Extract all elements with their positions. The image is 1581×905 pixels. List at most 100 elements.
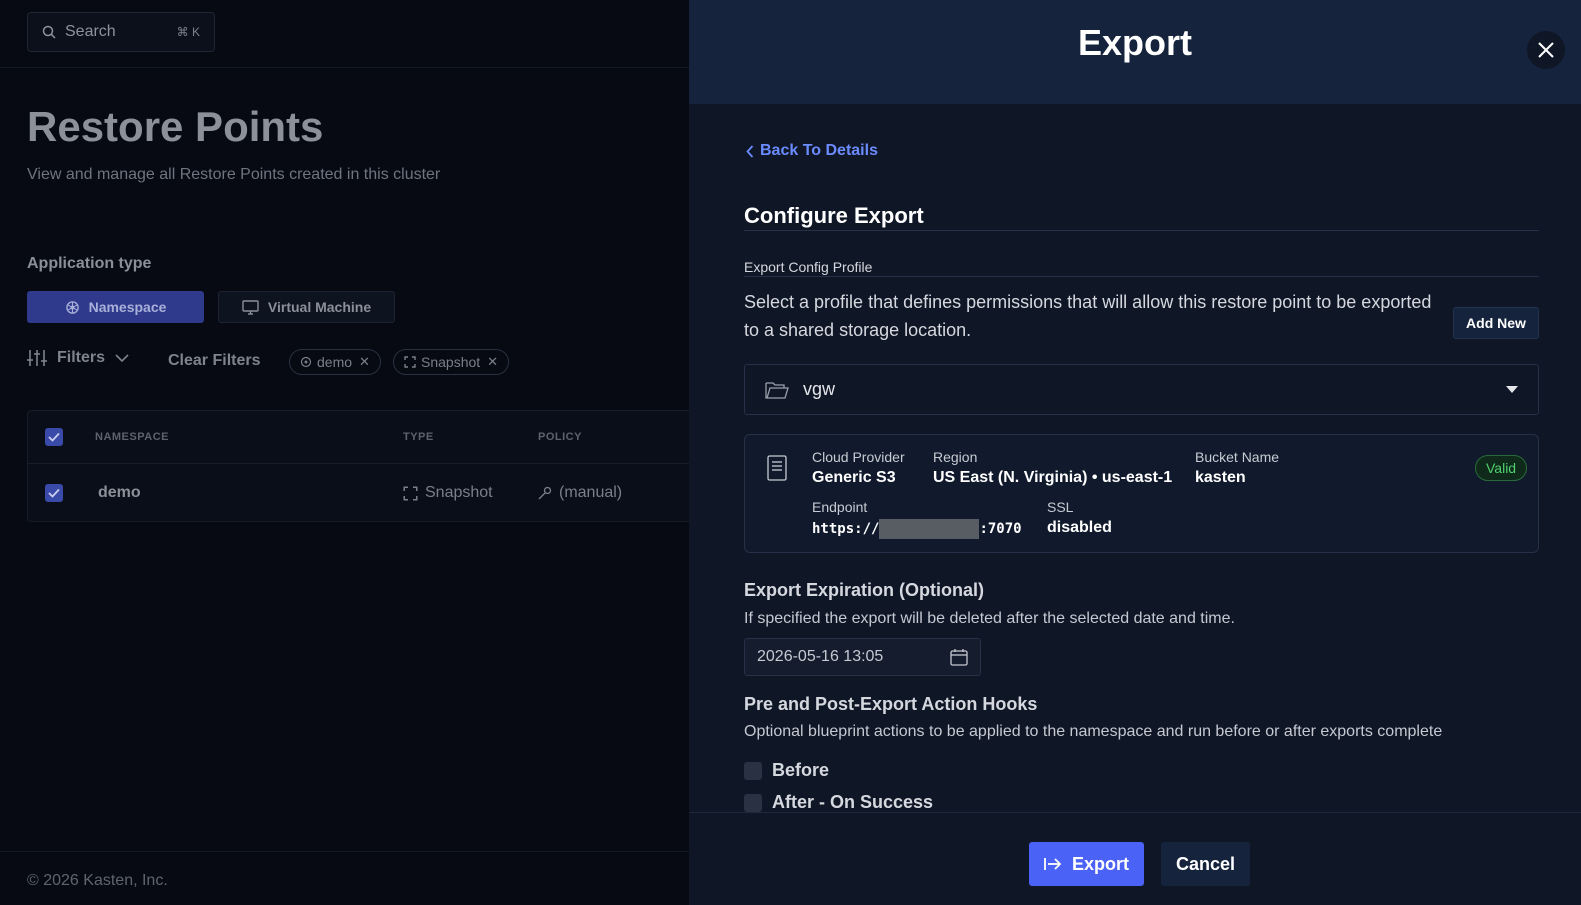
field-label: SSL bbox=[1047, 499, 1074, 515]
filter-chip-label: demo bbox=[317, 354, 353, 370]
row-policy-label: (manual) bbox=[559, 484, 623, 501]
chevron-left-icon bbox=[746, 144, 754, 158]
snapshot-icon bbox=[403, 486, 418, 500]
close-icon[interactable]: ✕ bbox=[487, 354, 498, 370]
status-badge: Valid bbox=[1475, 455, 1528, 481]
divider bbox=[744, 230, 1539, 231]
field-value: kasten bbox=[1195, 469, 1246, 486]
table-header: NAMESPACE TYPE POLICY bbox=[28, 411, 689, 464]
field-label: Endpoint bbox=[812, 499, 868, 515]
export-profile-description: Select a profile that defines permission… bbox=[744, 292, 1432, 340]
after-success-hook-checkbox[interactable]: After - On Success bbox=[744, 792, 933, 812]
export-arrow-icon bbox=[1044, 858, 1062, 870]
row-type: Snapshot bbox=[403, 484, 493, 502]
row-policy: (manual) bbox=[538, 484, 622, 502]
filters-dropdown[interactable]: Filters bbox=[27, 349, 129, 367]
endpoint-field: Endpoint https:// :7070 bbox=[812, 499, 1022, 539]
filter-chip-label: Snapshot bbox=[421, 354, 481, 370]
redacted-mask bbox=[879, 519, 980, 539]
filters-label: Filters bbox=[57, 349, 106, 366]
divider bbox=[0, 851, 689, 852]
wrench-icon bbox=[538, 486, 552, 500]
add-new-button[interactable]: Add New bbox=[1453, 307, 1539, 339]
snapshot-icon bbox=[404, 356, 416, 368]
before-hook-checkbox[interactable]: Before bbox=[744, 760, 829, 781]
endpoint-suffix: :7070 bbox=[979, 521, 1022, 537]
divider bbox=[0, 67, 689, 68]
caret-down-icon bbox=[1506, 386, 1518, 393]
field-label: Cloud Provider bbox=[812, 449, 905, 465]
drawer-footer: Export Cancel bbox=[689, 812, 1581, 905]
close-button[interactable] bbox=[1527, 31, 1565, 69]
drawer-title: Export bbox=[1077, 22, 1192, 63]
checkbox-label: Before bbox=[772, 760, 830, 780]
field-value: US East (N. Virginia) • us-east-1 bbox=[933, 469, 1173, 486]
export-button[interactable]: Export bbox=[1029, 842, 1144, 886]
field-label: Bucket Name bbox=[1195, 449, 1280, 465]
profile-select[interactable]: vgw bbox=[744, 364, 1539, 415]
page-subtitle: View and manage all Restore Points creat… bbox=[27, 166, 441, 183]
profile-select-value: vgw bbox=[803, 379, 836, 399]
table-row[interactable]: demo Snapshot (manual) bbox=[28, 464, 689, 522]
export-expiration-description: If specified the export will be deleted … bbox=[744, 610, 1235, 627]
search-placeholder: Search bbox=[65, 23, 116, 40]
namespace-toggle-label: Namespace bbox=[88, 299, 167, 315]
folder-icon bbox=[765, 381, 789, 399]
checkbox-label: After - On Success bbox=[772, 792, 934, 812]
kubernetes-icon bbox=[65, 300, 79, 314]
sliders-icon bbox=[27, 350, 47, 366]
search-shortcut: ⌘ K bbox=[176, 25, 200, 39]
virtual-machine-toggle-label: Virtual Machine bbox=[267, 299, 372, 315]
row-checkbox[interactable] bbox=[45, 484, 63, 502]
virtual-machine-toggle[interactable]: Virtual Machine bbox=[218, 291, 395, 323]
application-type-label: Application type bbox=[27, 255, 152, 272]
checkbox-box[interactable] bbox=[744, 793, 762, 812]
calendar-icon[interactable] bbox=[950, 648, 968, 666]
field-value: Generic S3 bbox=[812, 469, 896, 486]
restore-points-page: Search ⌘ K Restore Points View and manag… bbox=[0, 0, 689, 905]
field-label: Region bbox=[933, 449, 978, 465]
ssl-field: SSL disabled bbox=[1047, 499, 1112, 537]
search-icon bbox=[42, 25, 56, 39]
field-value: https:// :7070 bbox=[812, 519, 1022, 539]
action-hooks-title: Pre and Post-Export Action Hooks bbox=[744, 694, 1038, 714]
restore-points-table: NAMESPACE TYPE POLICY demo Snapshot (man… bbox=[27, 410, 689, 522]
drawer-header: Export bbox=[689, 0, 1581, 104]
configure-export-title: Configure Export bbox=[744, 203, 924, 228]
back-to-details-link[interactable]: Back To Details bbox=[746, 142, 878, 160]
filter-chip-snapshot[interactable]: Snapshot ✕ bbox=[393, 349, 510, 375]
drawer-body: Back To Details Configure Export Export … bbox=[689, 104, 1581, 812]
export-expiration-title: Export Expiration (Optional) bbox=[744, 580, 985, 600]
column-header-policy[interactable]: POLICY bbox=[538, 431, 582, 443]
chevron-down-icon bbox=[115, 353, 129, 362]
clear-filters-button[interactable]: Clear Filters bbox=[168, 352, 260, 370]
export-button-label: Export bbox=[1071, 853, 1129, 874]
column-header-namespace[interactable]: NAMESPACE bbox=[95, 431, 169, 443]
filter-chip-demo[interactable]: demo ✕ bbox=[289, 349, 381, 375]
kubernetes-icon bbox=[300, 356, 312, 368]
column-header-type[interactable]: TYPE bbox=[403, 431, 434, 443]
expiration-date-input[interactable]: 2026-05-16 13:05 bbox=[744, 638, 981, 676]
row-namespace[interactable]: demo bbox=[98, 484, 141, 502]
export-drawer: Export Back To Details Configure Export … bbox=[689, 0, 1581, 905]
monitor-icon bbox=[242, 299, 259, 315]
action-hooks-description: Optional blueprint actions to be applied… bbox=[744, 723, 1443, 740]
endpoint-prefix: https:// bbox=[812, 521, 880, 537]
namespace-toggle[interactable]: Namespace bbox=[27, 291, 204, 323]
expiration-date-value: 2026-05-16 13:05 bbox=[757, 648, 884, 665]
back-link-label: Back To Details bbox=[760, 142, 878, 159]
region-field: Region US East (N. Virginia) • us-east-1 bbox=[933, 449, 1172, 487]
bucket-name-field: Bucket Name kasten bbox=[1195, 449, 1279, 487]
checkbox-box[interactable] bbox=[744, 761, 762, 780]
export-profile-label: Export Config Profile bbox=[744, 259, 873, 275]
profile-details-card: Cloud Provider Generic S3 Region US East… bbox=[744, 434, 1539, 553]
select-all-checkbox[interactable] bbox=[45, 428, 63, 446]
close-icon bbox=[1538, 42, 1554, 58]
search-box[interactable]: Search ⌘ K bbox=[27, 12, 215, 52]
document-icon bbox=[767, 455, 787, 481]
cancel-button[interactable]: Cancel bbox=[1161, 842, 1250, 886]
divider bbox=[744, 276, 1539, 277]
close-icon[interactable]: ✕ bbox=[359, 354, 370, 370]
check-icon bbox=[48, 432, 60, 442]
field-value: disabled bbox=[1047, 519, 1112, 536]
